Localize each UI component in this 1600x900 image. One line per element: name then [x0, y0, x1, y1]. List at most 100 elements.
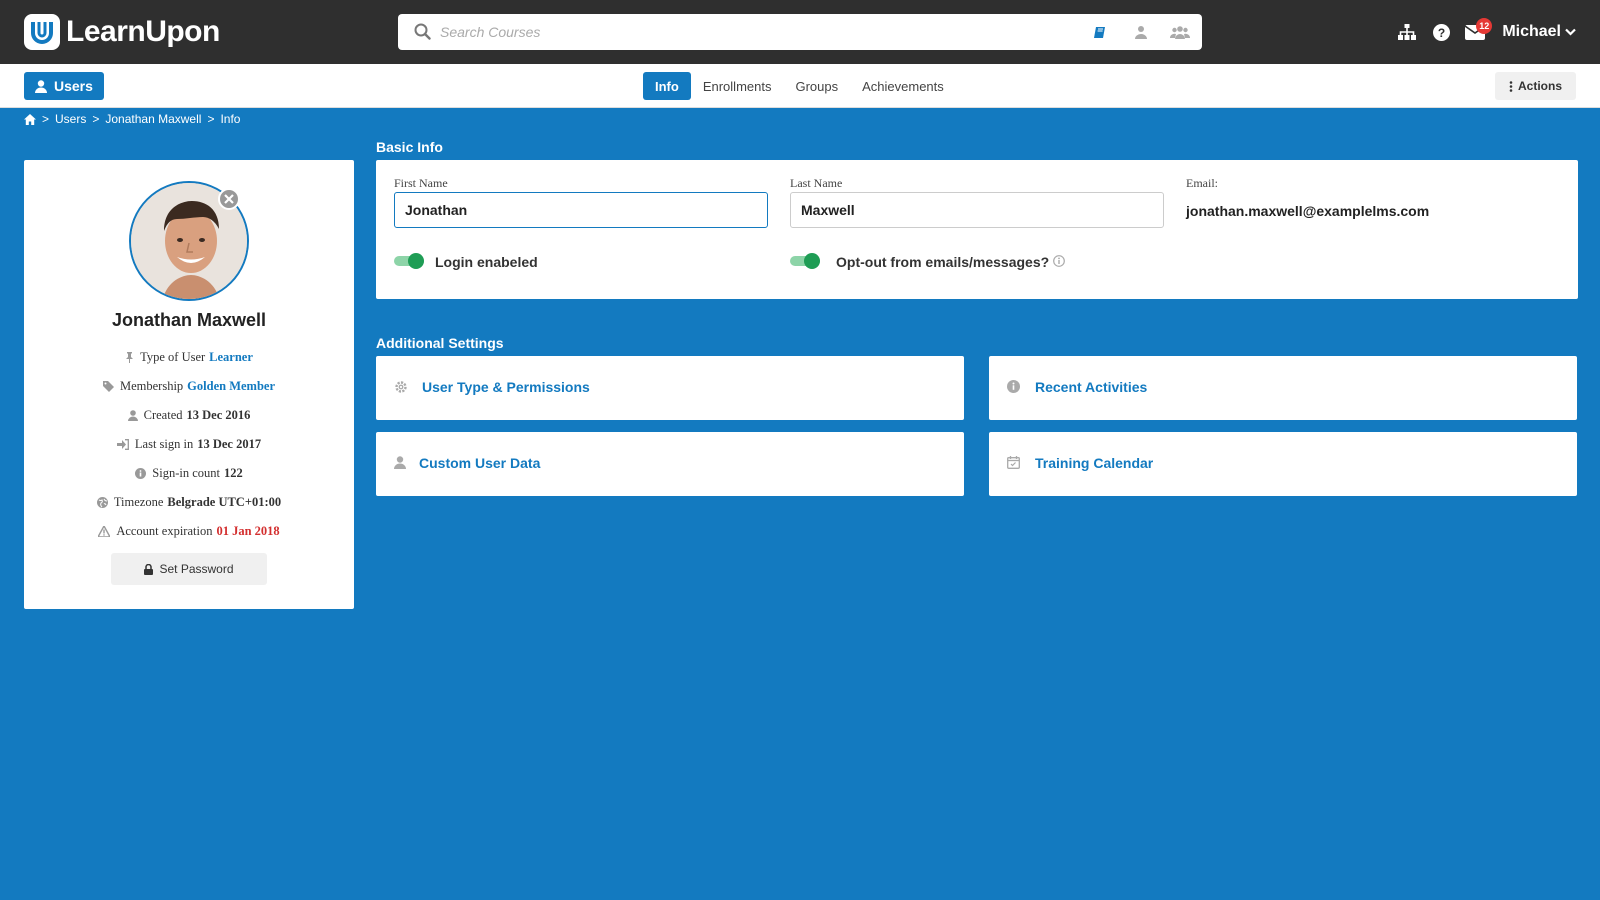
actions-label: Actions	[1517, 79, 1562, 93]
user-type-permissions-card[interactable]: User Type & Permissions	[376, 356, 964, 420]
tag-icon	[102, 381, 114, 392]
user-name: Michael	[1502, 23, 1561, 40]
email-value: jonathan.maxwell@examplelms.com	[1186, 203, 1430, 219]
tab-achievements[interactable]: Achievements	[850, 72, 956, 100]
brand-name: LearnUpon	[66, 15, 220, 48]
user-icon	[35, 79, 47, 93]
meta-label: Last sign in	[134, 437, 194, 451]
user-filter-icon[interactable]	[1131, 23, 1151, 41]
opt-out-toggle[interactable]	[790, 253, 820, 269]
breadcrumb-separator: >	[207, 112, 215, 126]
email-label: Email:	[1186, 176, 1218, 190]
header-tools: ? 12 Michael	[1390, 0, 1576, 64]
tab-info[interactable]: Info	[643, 72, 691, 100]
top-bar: LearnUpon ? 12 Michael	[0, 0, 1600, 64]
user-icon	[394, 456, 406, 469]
training-calendar-card[interactable]: Training Calendar	[989, 432, 1577, 496]
learnupon-logo-icon	[24, 14, 60, 50]
additional-settings-title: Additional Settings	[376, 335, 504, 351]
tab-enrollments[interactable]: Enrollments	[691, 72, 784, 100]
remove-avatar-icon[interactable]	[218, 188, 240, 210]
profile-tabs: Info Enrollments Groups Achievements	[643, 72, 956, 100]
meta-created: Created 13 Dec 2016	[24, 401, 354, 430]
account-expiration-value: 01 Jan 2018	[216, 524, 280, 538]
last-sign-in-value: 13 Dec 2017	[197, 437, 262, 451]
actions-button[interactable]: Actions	[1494, 72, 1576, 100]
search-icon	[414, 23, 431, 45]
brand-logo[interactable]: LearnUpon	[24, 14, 220, 50]
pin-icon	[125, 352, 134, 363]
sitemap-icon[interactable]	[1390, 15, 1424, 49]
breadcrumb-users[interactable]: Users	[55, 112, 86, 126]
breadcrumb-user[interactable]: Jonathan Maxwell	[105, 112, 201, 126]
messages-icon[interactable]: 12	[1458, 15, 1493, 49]
breadcrumb-separator: >	[42, 112, 50, 126]
users-button-label: Users	[54, 78, 93, 94]
group-filter-icon[interactable]	[1170, 23, 1190, 41]
courses-book-icon[interactable]	[1090, 23, 1110, 41]
user-icon	[127, 410, 138, 421]
timezone-value: Belgrade UTC+01:00	[167, 495, 282, 509]
search-bar	[398, 14, 1202, 50]
notification-badge: 12	[1476, 18, 1493, 34]
created-value: 13 Dec 2016	[186, 408, 251, 422]
training-calendar-label: Training Calendar	[1035, 455, 1154, 471]
recent-activities-card[interactable]: Recent Activities	[989, 356, 1577, 420]
users-button[interactable]: Users	[24, 72, 104, 100]
breadcrumb-separator: >	[92, 112, 100, 126]
first-name-label: First Name	[394, 176, 448, 190]
gear-icon	[394, 380, 408, 394]
more-vertical-icon	[1509, 80, 1513, 92]
custom-user-data-label: Custom User Data	[419, 455, 541, 471]
calendar-icon	[1007, 456, 1020, 469]
sign-in-icon	[116, 439, 129, 450]
last-name-label: Last Name	[790, 176, 843, 190]
opt-out-label: Opt-out from emails/messages?	[836, 254, 1050, 270]
meta-user-type: Type of User Learner	[24, 343, 354, 372]
breadcrumb-current: Info	[220, 112, 241, 126]
sign-in-count-value: 122	[223, 466, 243, 480]
tab-groups[interactable]: Groups	[783, 72, 850, 100]
chevron-down-icon	[1565, 28, 1576, 36]
lock-icon	[144, 563, 154, 575]
meta-sign-in-count: Sign-in count 122	[24, 459, 354, 488]
sub-navigation: Users Info Enrollments Groups Achievemen…	[0, 64, 1600, 108]
meta-label: Membership	[119, 379, 184, 393]
user-type-permissions-label: User Type & Permissions	[422, 379, 590, 395]
login-enabled-toggle[interactable]	[394, 253, 424, 269]
last-name-input[interactable]	[790, 192, 1164, 228]
first-name-input[interactable]	[394, 192, 768, 228]
meta-label: Account expiration	[116, 524, 213, 538]
meta-membership: Membership Golden Member	[24, 372, 354, 401]
meta-label: Sign-in count	[152, 466, 220, 480]
help-icon[interactable]: ?	[1424, 15, 1458, 49]
warning-icon	[98, 526, 111, 537]
user-type-value[interactable]: Learner	[209, 350, 253, 365]
meta-account-expiration: Account expiration 01 Jan 2018	[24, 517, 354, 546]
svg-text:?: ?	[1438, 26, 1445, 40]
set-password-label: Set Password	[159, 562, 234, 576]
search-input[interactable]	[440, 22, 1040, 42]
info-icon	[135, 468, 147, 479]
profile-meta: Type of User Learner Membership Golden M…	[24, 343, 354, 546]
meta-label: Type of User	[140, 350, 206, 364]
info-icon	[1007, 380, 1020, 393]
meta-last-sign-in: Last sign in 13 Dec 2017	[24, 430, 354, 459]
home-icon[interactable]	[24, 113, 36, 125]
basic-info-card: First Name Last Name Email: jonathan.max…	[376, 160, 1578, 299]
meta-timezone: Timezone Belgrade UTC+01:00	[24, 488, 354, 517]
profile-card: Jonathan Maxwell Type of User Learner Me…	[24, 160, 354, 609]
profile-name: Jonathan Maxwell	[111, 310, 267, 330]
globe-icon	[96, 497, 108, 508]
set-password-button[interactable]: Set Password	[111, 553, 267, 585]
user-menu[interactable]: Michael	[1502, 23, 1576, 41]
meta-label: Timezone	[113, 495, 164, 509]
opt-out-info-icon[interactable]	[1053, 255, 1065, 267]
recent-activities-label: Recent Activities	[1035, 379, 1148, 395]
membership-value[interactable]: Golden Member	[187, 379, 275, 394]
meta-label: Created	[143, 408, 183, 422]
custom-user-data-card[interactable]: Custom User Data	[376, 432, 964, 496]
basic-info-title: Basic Info	[376, 139, 443, 155]
breadcrumb: > Users > Jonathan Maxwell > Info	[24, 112, 240, 126]
login-enabled-label: Login enabeled	[435, 254, 538, 270]
